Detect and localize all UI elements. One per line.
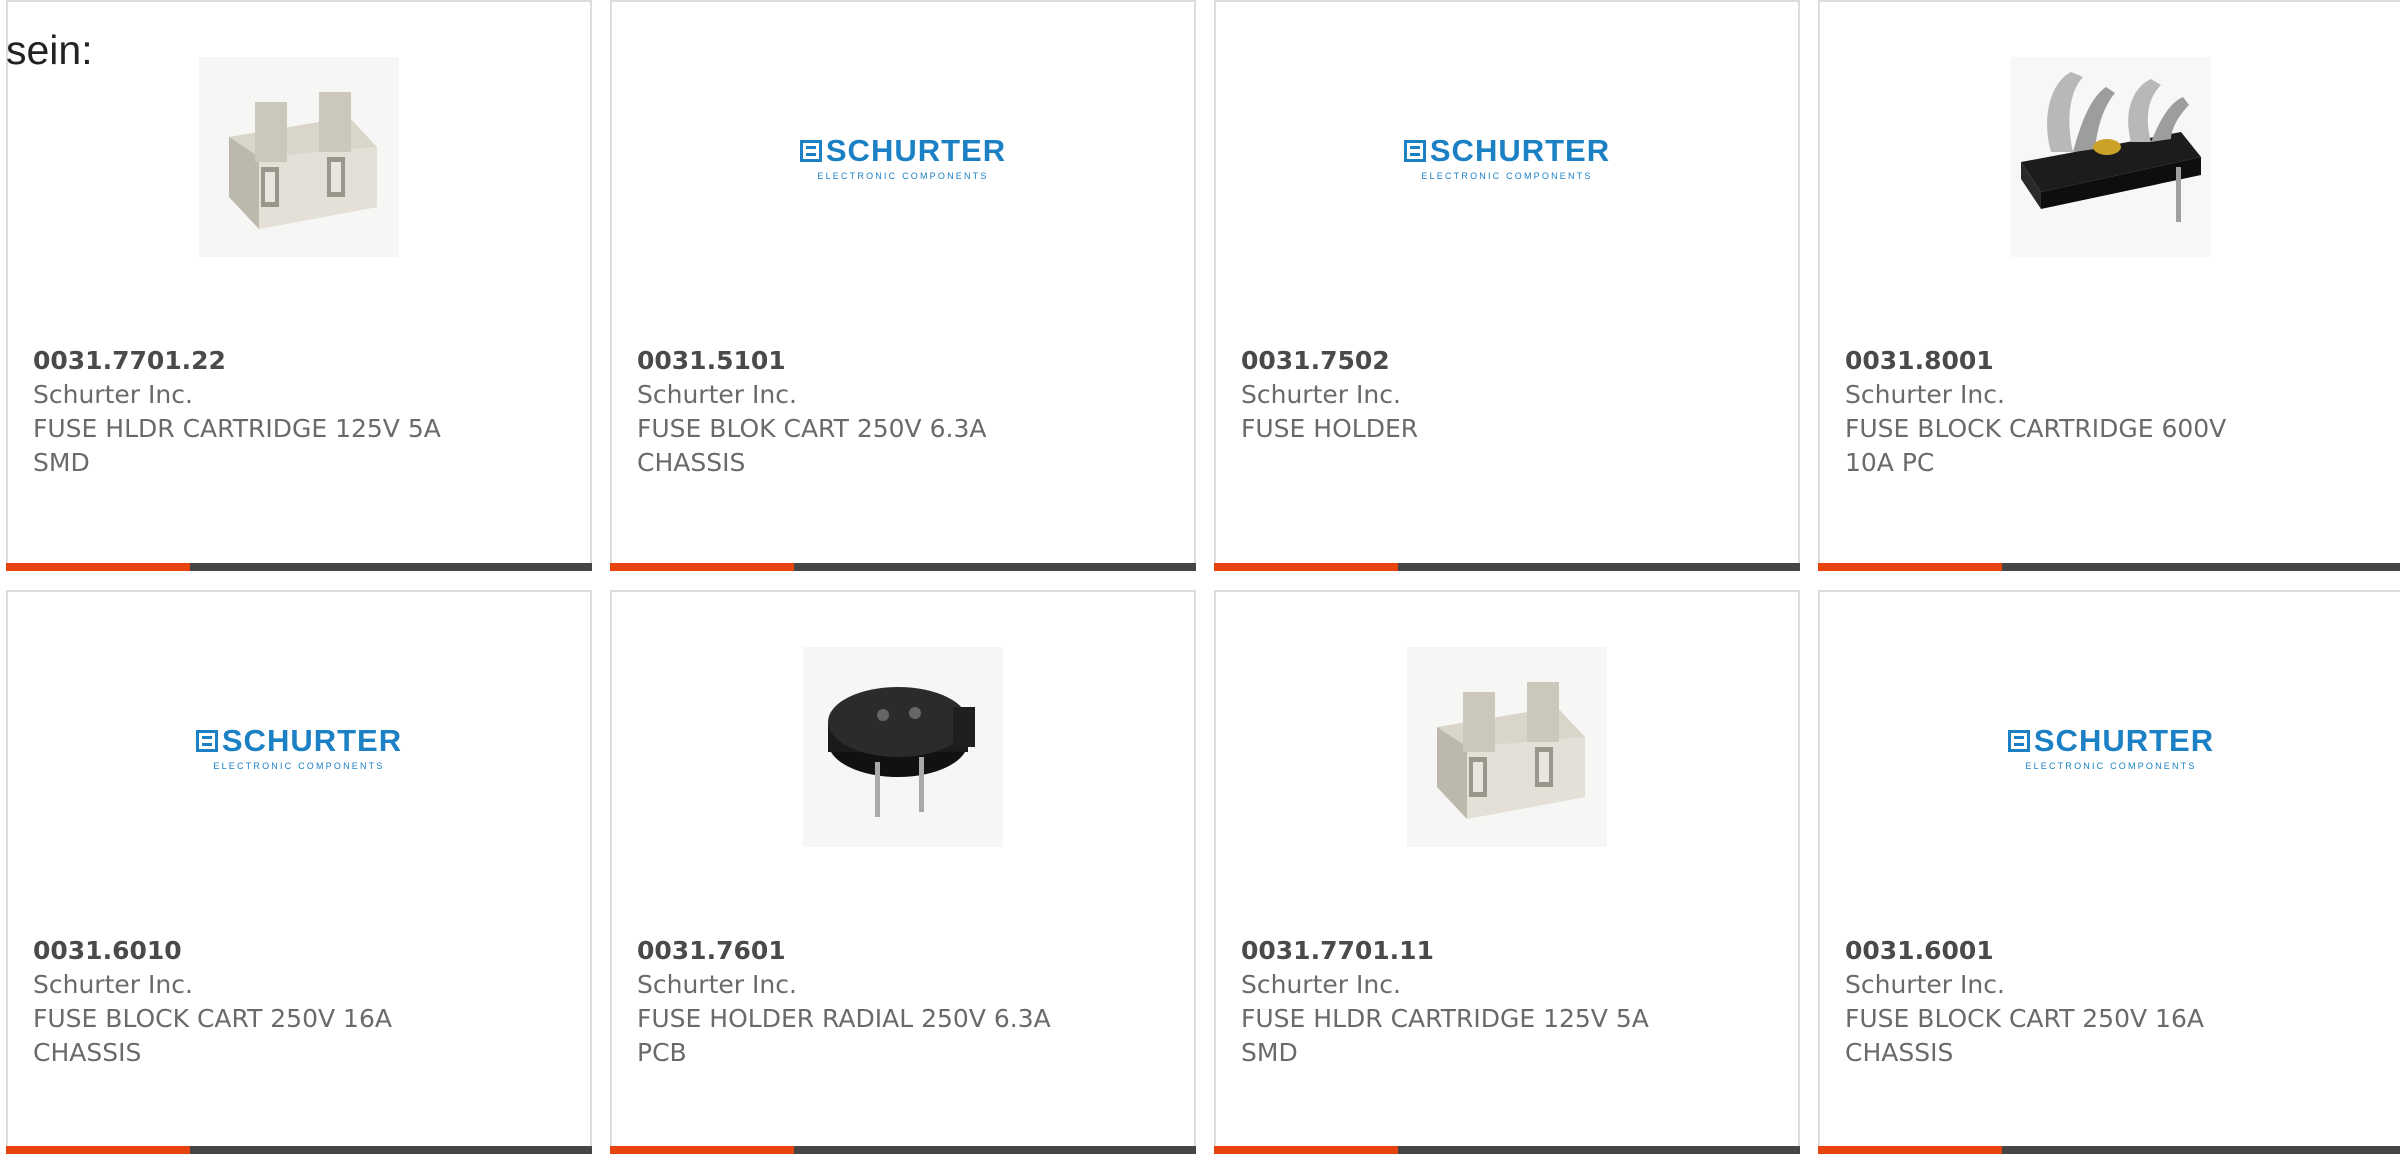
schurter-mark-icon: [1403, 140, 1426, 162]
product-description: FUSE HOLDER RADIAL 250V 6.3A PCB: [637, 1004, 1051, 1067]
card-footer-bar: [610, 1146, 1196, 1154]
schurter-logo: SCHURTER ELECTRONIC COMPONENTS: [2007, 723, 2214, 771]
part-number-link[interactable]: 0031.7701.11: [1241, 934, 1778, 968]
product-card[interactable]: SCHURTER ELECTRONIC COMPONENTS 0031.5101…: [610, 0, 1196, 571]
product-card[interactable]: SCHURTER ELECTRONIC COMPONENTS 0031.6010…: [6, 590, 592, 1154]
product-description: FUSE HLDR CARTRIDGE 125V 5A SMD: [33, 414, 441, 477]
card-footer-bar: [1818, 563, 2400, 571]
schurter-mark-icon: [799, 140, 822, 162]
schurter-logo: SCHURTER ELECTRONIC COMPONENTS: [1403, 133, 1610, 181]
manufacturer: Schurter Inc.: [1241, 970, 1401, 999]
card-footer-bar: [1214, 1146, 1800, 1154]
product-image[interactable]: [612, 592, 1194, 902]
part-number-link[interactable]: 0031.6001: [1845, 934, 2382, 968]
part-number-link[interactable]: 0031.5101: [637, 344, 1174, 378]
product-description: FUSE BLOK CART 250V 6.3A CHASSIS: [637, 414, 987, 477]
part-number-link[interactable]: 0031.7502: [1241, 344, 1778, 378]
card-footer-bar: [1214, 563, 1800, 571]
manufacturer: Schurter Inc.: [637, 380, 797, 409]
schurter-mark-icon: [195, 730, 218, 752]
product-card[interactable]: SCHURTER ELECTRONIC COMPONENTS 0031.7502…: [1214, 0, 1800, 571]
intro-text: sein:: [6, 27, 93, 73]
product-description: FUSE HLDR CARTRIDGE 125V 5A SMD: [1241, 1004, 1649, 1067]
card-footer-bar: [1818, 1146, 2400, 1154]
manufacturer: Schurter Inc.: [1845, 970, 2005, 999]
fuse-holder-photo-icon: [199, 57, 399, 257]
product-image[interactable]: [1216, 592, 1798, 902]
manufacturer: Schurter Inc.: [637, 970, 797, 999]
card-footer-bar: [6, 563, 592, 571]
product-image[interactable]: SCHURTER ELECTRONIC COMPONENTS: [612, 2, 1194, 312]
product-image[interactable]: SCHURTER ELECTRONIC COMPONENTS: [1820, 592, 2400, 902]
product-description: FUSE BLOCK CART 250V 16A CHASSIS: [33, 1004, 392, 1067]
manufacturer: Schurter Inc.: [33, 970, 193, 999]
schurter-logo: SCHURTER ELECTRONIC COMPONENTS: [195, 723, 402, 771]
part-number-link[interactable]: 0031.7701.22: [33, 344, 570, 378]
product-card[interactable]: 0031.7601 Schurter Inc. FUSE HOLDER RADI…: [610, 590, 1196, 1154]
fuse-holder-photo-icon: [1407, 647, 1607, 847]
product-card[interactable]: 0031.7701.22 Schurter Inc. FUSE HLDR CAR…: [6, 0, 592, 571]
card-footer-bar: [610, 563, 1196, 571]
part-number-link[interactable]: 0031.8001: [1845, 344, 2382, 378]
card-footer-bar: [6, 1146, 592, 1154]
product-image[interactable]: [8, 2, 590, 312]
part-number-link[interactable]: 0031.6010: [33, 934, 570, 968]
product-image[interactable]: SCHURTER ELECTRONIC COMPONENTS: [8, 592, 590, 902]
schurter-logo: SCHURTER ELECTRONIC COMPONENTS: [799, 133, 1006, 181]
part-number-link[interactable]: 0031.7601: [637, 934, 1174, 968]
product-description: FUSE BLOCK CART 250V 16A CHASSIS: [1845, 1004, 2204, 1067]
manufacturer: Schurter Inc.: [33, 380, 193, 409]
product-description: FUSE BLOCK CARTRIDGE 600V 10A PC: [1845, 414, 2227, 477]
product-card[interactable]: 0031.7701.11 Schurter Inc. FUSE HLDR CAR…: [1214, 590, 1800, 1154]
radial-fuse-holder-photo-icon: [803, 647, 1003, 847]
product-card[interactable]: SCHURTER ELECTRONIC COMPONENTS 0031.6001…: [1818, 590, 2400, 1154]
product-card[interactable]: 0031.8001 Schurter Inc. FUSE BLOCK CARTR…: [1818, 0, 2400, 571]
manufacturer: Schurter Inc.: [1241, 380, 1401, 409]
product-image[interactable]: [1820, 2, 2400, 312]
manufacturer: Schurter Inc.: [1845, 380, 2005, 409]
product-image[interactable]: SCHURTER ELECTRONIC COMPONENTS: [1216, 2, 1798, 312]
fuse-block-clip-photo-icon: [2011, 57, 2211, 257]
product-description: FUSE HOLDER: [1241, 414, 1419, 443]
schurter-mark-icon: [2007, 730, 2030, 752]
